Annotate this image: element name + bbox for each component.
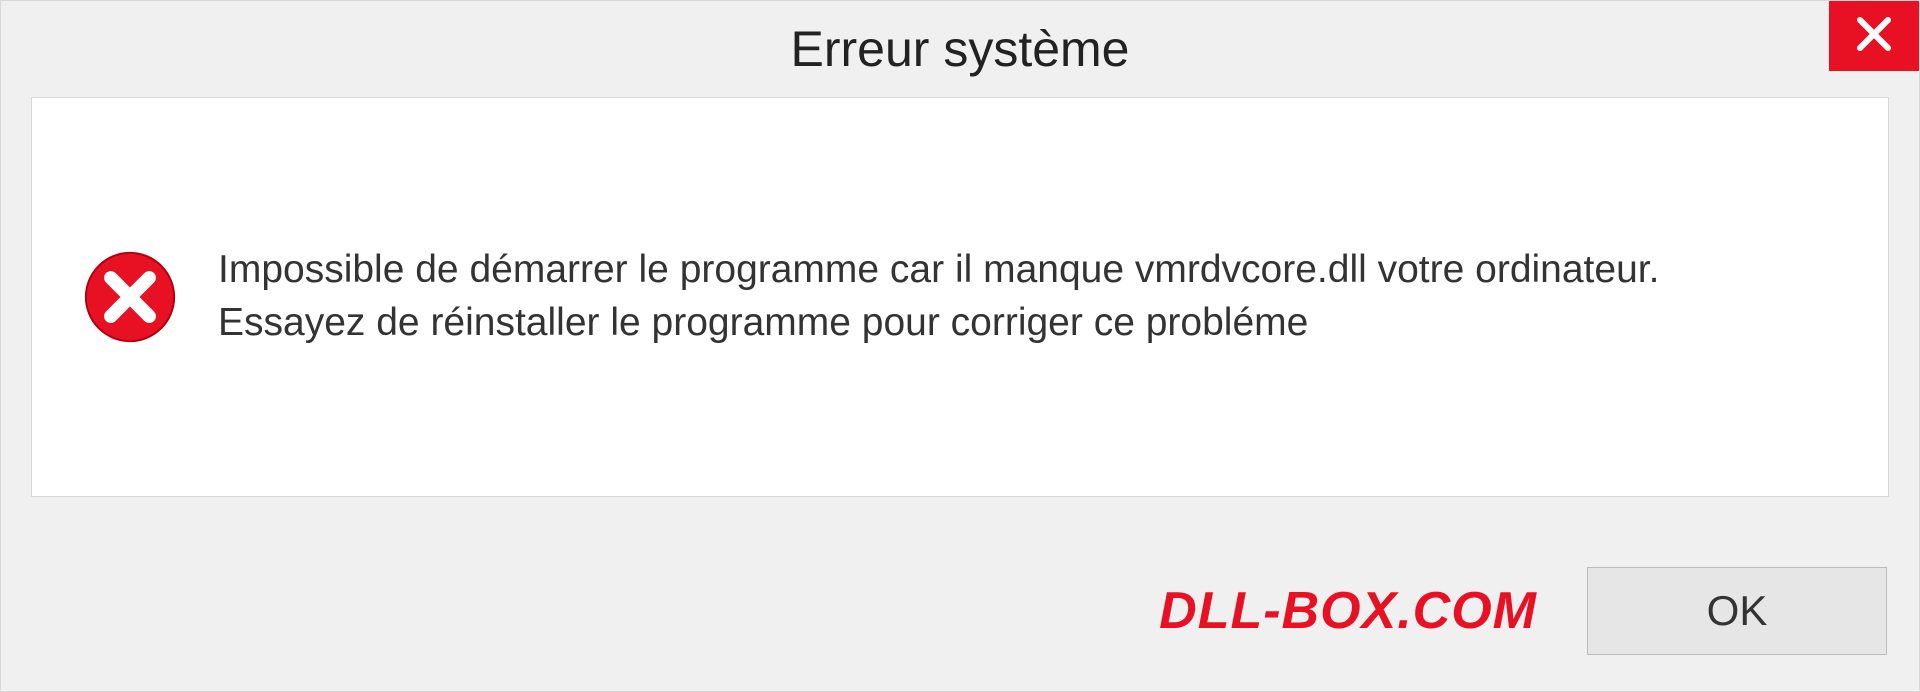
dialog-body: Impossible de démarrer le programme car … (31, 97, 1889, 497)
dialog-title: Erreur système (791, 20, 1130, 78)
close-button[interactable] (1829, 1, 1919, 71)
title-bar: Erreur système (1, 1, 1919, 97)
ok-button-label: OK (1707, 587, 1768, 635)
close-icon (1854, 14, 1894, 59)
error-message: Impossible de démarrer le programme car … (218, 244, 1768, 349)
brand-label: DLL-BOX.COM (1159, 581, 1537, 641)
dialog-footer: DLL-BOX.COM OK (1, 531, 1919, 691)
error-dialog: Erreur système Impossible de démarrer le… (0, 0, 1920, 692)
ok-button[interactable]: OK (1587, 567, 1887, 655)
error-icon (82, 249, 178, 345)
